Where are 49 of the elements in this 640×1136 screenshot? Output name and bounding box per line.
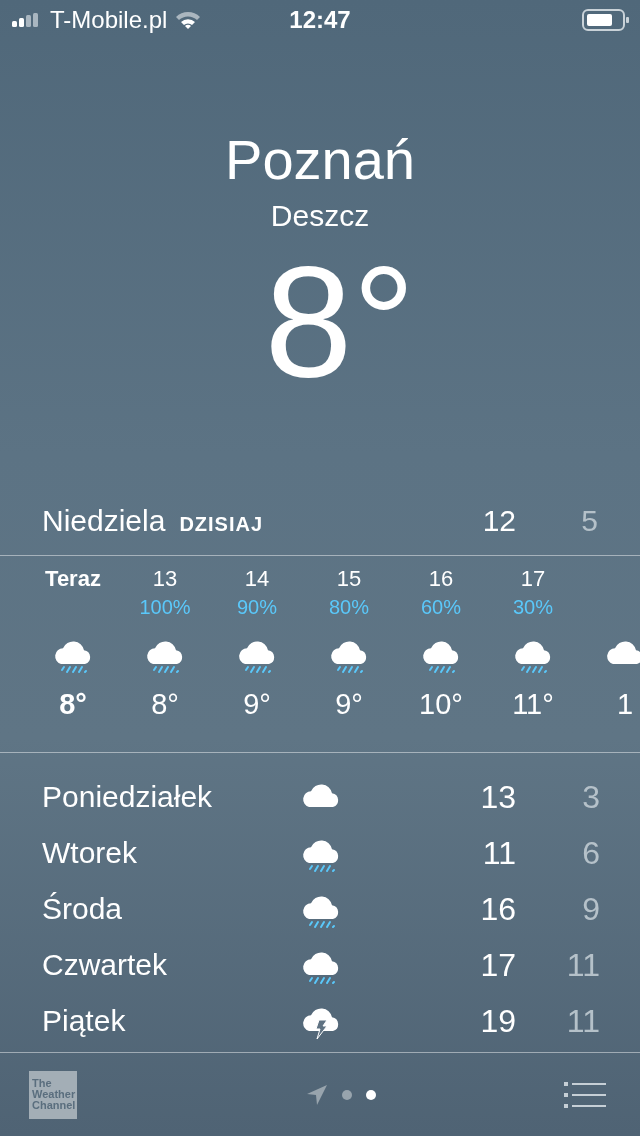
today-label: DZISIAJ <box>179 513 265 536</box>
low-temperature: 9 <box>581 890 600 928</box>
list-icon[interactable] <box>564 1081 608 1108</box>
hour-temperature: 8° <box>59 688 87 721</box>
precipitation-chance: 80% <box>329 596 369 620</box>
hour-temperature: 9° <box>335 688 363 721</box>
day-name: Wtorek <box>42 836 138 870</box>
precipitation-chance: 90% <box>237 596 277 620</box>
weather-condition: Deszcz <box>270 198 370 234</box>
city-name: Poznań <box>225 128 415 192</box>
day-name: Niedziela <box>42 504 166 538</box>
day-name: Środa <box>42 892 124 926</box>
page-dot[interactable] <box>341 1089 352 1100</box>
page-dot[interactable] <box>365 1089 376 1100</box>
hour-label: 15 <box>336 566 362 593</box>
hour-label: 14 <box>244 566 270 593</box>
high-temperature: 12 <box>481 504 516 538</box>
low-temperature: 11 <box>565 946 600 984</box>
hour-temperature: 11° <box>512 688 554 721</box>
day-name: Czwartek <box>42 948 169 982</box>
hour-label: 16 <box>428 566 454 593</box>
wifi-icon <box>175 11 202 29</box>
high-temperature: 13 <box>479 778 516 816</box>
precipitation-chance: 60% <box>421 596 461 620</box>
hour-label: 17 <box>520 566 546 593</box>
low-temperature: 11 <box>565 1002 600 1040</box>
day-name: Piątek <box>42 1004 127 1038</box>
location-arrow-icon[interactable] <box>305 1083 328 1106</box>
day-name: Poniedziałek <box>42 780 214 814</box>
hour-temperature: 10° <box>419 688 463 721</box>
low-temperature: 3 <box>581 778 600 816</box>
clock-time: 12:47 <box>289 6 351 34</box>
weather-channel-logo[interactable]: The Weather Channel <box>29 1070 77 1119</box>
precipitation-chance: 30% <box>513 596 553 620</box>
hour-label: 13 <box>152 566 178 593</box>
high-temperature: 11 <box>481 834 516 872</box>
battery-icon <box>582 9 630 31</box>
low-temperature: 5 <box>580 504 598 538</box>
high-temperature: 19 <box>479 1002 516 1040</box>
high-temperature: 16 <box>479 890 516 928</box>
carrier-name: T-Mobile.pl <box>50 6 168 34</box>
current-temperature: 8° <box>263 236 416 406</box>
hour-label: Teraz <box>45 566 101 593</box>
hour-temperature: 8° <box>151 688 179 721</box>
precipitation-chance: 100% <box>139 596 191 620</box>
hour-temperature: 9° <box>243 688 271 721</box>
hour-temperature: 1 <box>616 688 634 721</box>
high-temperature: 17 <box>479 946 516 984</box>
low-temperature: 6 <box>581 834 600 872</box>
